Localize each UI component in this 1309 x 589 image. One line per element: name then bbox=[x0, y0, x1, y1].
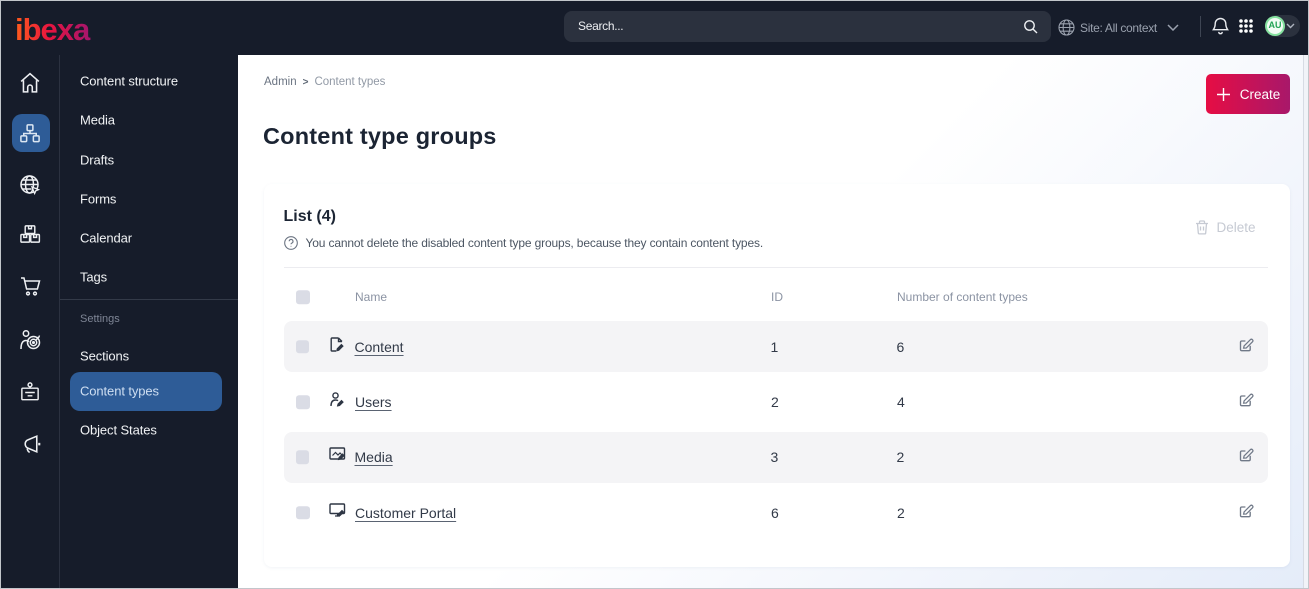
svg-text:ibexa: ibexa bbox=[17, 12, 91, 47]
